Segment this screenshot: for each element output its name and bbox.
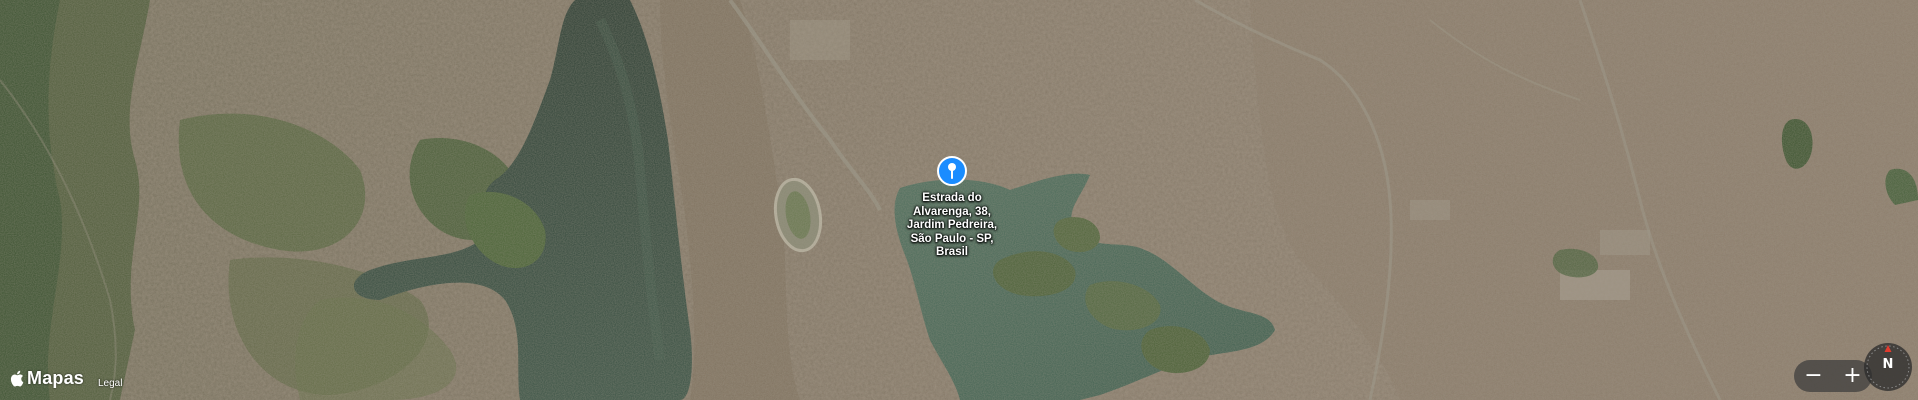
brand-name: Mapas (27, 368, 85, 388)
zoom-control: − + (1794, 360, 1872, 392)
compass-button[interactable]: N (1864, 343, 1912, 391)
map-pin-icon (937, 156, 967, 186)
location-pin[interactable] (937, 156, 967, 186)
maps-brand: Mapas (10, 368, 84, 389)
legal-link[interactable]: Legal (98, 378, 122, 389)
map-view[interactable]: Estrada do Alvarenga, 38, Jardim Pedreir… (0, 0, 1918, 400)
apple-logo-icon (10, 370, 24, 387)
pin-address-label: Estrada do Alvarenga, 38, Jardim Pedreir… (906, 192, 998, 258)
compass-north-label: N (1882, 357, 1894, 372)
zoom-in-button[interactable]: + (1838, 361, 1868, 391)
zoom-out-button[interactable]: − (1799, 361, 1829, 391)
